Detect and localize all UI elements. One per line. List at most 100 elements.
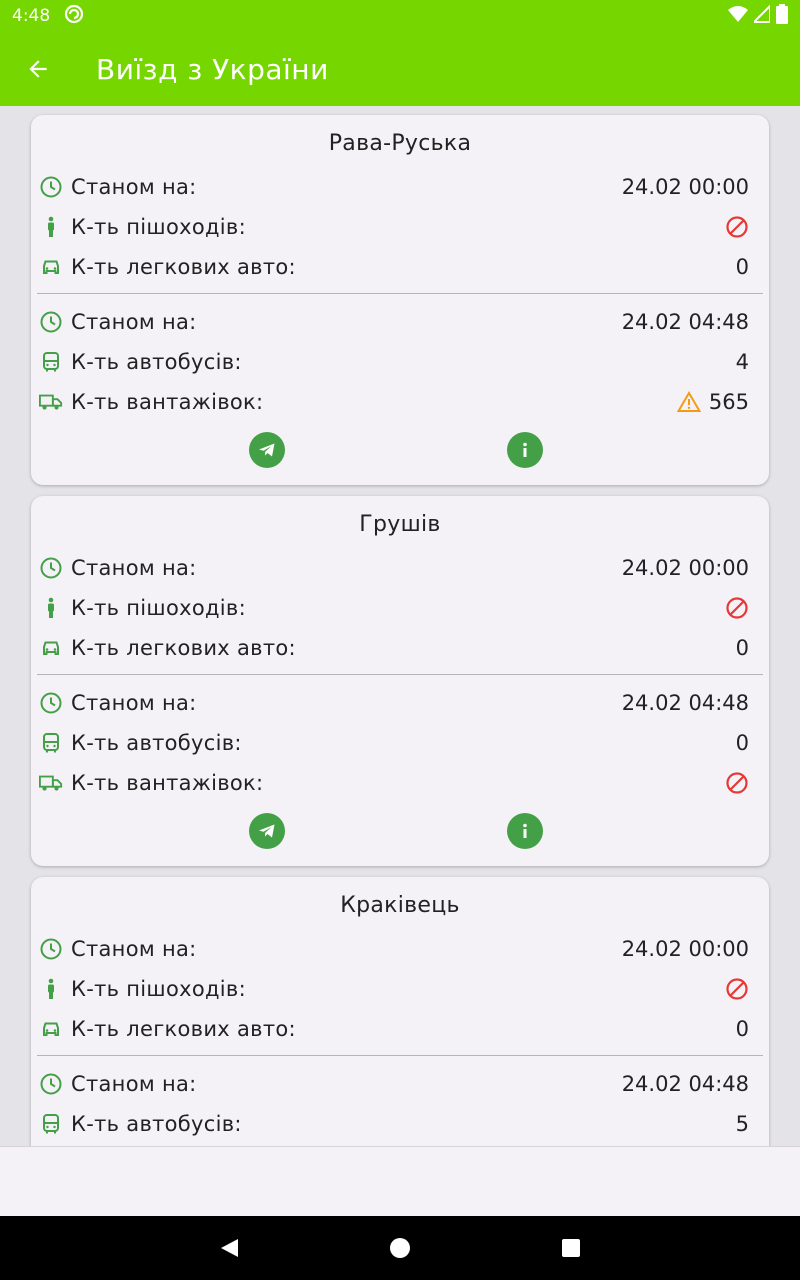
back-button[interactable] [0,32,76,106]
buses-label: К-ть автобусів: [71,1112,242,1136]
triangle-back-icon [221,1239,238,1257]
cars-value: 0 [735,255,749,279]
checkpoint-card: Краківець Станом на: 24.02 00:00 К-ть пі… [31,877,769,1146]
buses-value: 0 [735,731,749,755]
telegram-icon [259,824,275,838]
telegram-icon [259,443,275,457]
status-time: 4:48 [12,6,51,26]
trucks-label: К-ть вантажівок: [71,390,264,414]
as-of-row: Станом на: 24.02 00:00 [31,548,769,588]
as-of-row: Станом на: 24.02 04:48 [31,683,769,723]
forbidden-icon [726,597,748,619]
checkpoint-card: Рава-Руська Станом на: 24.02 00:00 К-ть … [31,115,769,485]
as-of-value: 24.02 00:00 [621,937,749,961]
trucks-count: 565 [708,390,749,414]
as-of-value: 24.02 04:48 [621,310,749,334]
buses-row: К-ть автобусів: 4 [31,342,769,382]
trucks-label: К-ть вантажівок: [71,771,264,795]
bus-icon [39,350,63,374]
arrow-left-icon [29,60,47,78]
pedestrians-row: К-ть пішоходів: [31,207,769,247]
app-bar: Виїзд з України [0,32,800,106]
nav-home-button[interactable] [388,1236,412,1260]
as-of-value: 24.02 00:00 [621,175,749,199]
as-of-row: Станом на: 24.02 00:00 [31,929,769,969]
cars-row: К-ть легкових авто: 0 [31,247,769,287]
forbidden-icon [726,216,748,238]
bus-icon [39,731,63,755]
clock-icon [39,937,63,961]
buses-row: К-ть автобусів: 0 [31,723,769,763]
trucks-value [725,771,749,795]
trucks-row: К-ть вантажівок: 565 [31,382,769,422]
forbidden-icon [726,772,748,794]
info-button[interactable] [507,432,543,468]
buses-label: К-ть автобусів: [71,731,242,755]
as-of-label: Станом на: [71,175,197,199]
clock-icon [39,310,63,334]
bus-icon [39,1112,63,1136]
cars-row: К-ть легкових авто: 0 [31,628,769,668]
person-icon [39,596,63,620]
pedestrians-value [725,215,749,239]
trucks-value: 565 [676,390,749,414]
nav-back-button[interactable] [217,1236,241,1260]
as-of-value: 24.02 04:48 [621,1072,749,1096]
pedestrians-row: К-ть пішоходів: [31,588,769,628]
person-icon [39,977,63,1001]
car-icon [39,255,63,279]
info-icon [523,823,527,838]
telegram-button[interactable] [249,432,285,468]
navigation-bar [0,1216,800,1280]
as-of-row: Станом на: 24.02 00:00 [31,167,769,207]
truck-icon [39,771,63,795]
person-icon [39,215,63,239]
pedestrians-label: К-ть пішоходів: [71,596,246,620]
car-icon [39,1017,63,1041]
cars-value: 0 [735,636,749,660]
buses-label: К-ть автобусів: [71,350,242,374]
circle-home-icon [390,1238,410,1258]
clock-icon [39,691,63,715]
nav-recents-button[interactable] [559,1236,583,1260]
page-title: Виїзд з України [96,52,329,86]
as-of-row: Станом на: 24.02 04:48 [31,302,769,342]
as-of-label: Станом на: [71,1072,197,1096]
bottom-strip [0,1146,800,1216]
forbidden-icon [726,978,748,1000]
pedestrians-value [725,977,749,1001]
clock-icon [39,1072,63,1096]
divider [37,1055,763,1056]
notification-icon [64,4,84,29]
square-recents-icon [562,1239,580,1257]
checkpoint-title: Грушів [359,512,441,537]
as-of-value: 24.02 00:00 [621,556,749,580]
telegram-button[interactable] [249,813,285,849]
cars-row: К-ть легкових авто: 0 [31,1009,769,1049]
divider [37,674,763,675]
buses-row: К-ть автобусів: 5 [31,1104,769,1144]
info-button[interactable] [507,813,543,849]
checkpoint-title: Краківець [340,893,460,918]
pedestrians-label: К-ть пішоходів: [71,215,246,239]
cars-label: К-ть легкових авто: [71,255,296,279]
pedestrians-value [725,596,749,620]
checkpoint-list[interactable]: Рава-Руська Станом на: 24.02 00:00 К-ть … [12,106,788,1146]
as-of-label: Станом на: [71,691,197,715]
car-icon [39,636,63,660]
cars-value: 0 [735,1017,749,1041]
checkpoint-card: Грушів Станом на: 24.02 00:00 К-ть пішох… [31,496,769,866]
as-of-value: 24.02 04:48 [621,691,749,715]
clock-icon [39,175,63,199]
checkpoint-title: Рава-Руська [328,131,472,156]
as-of-label: Станом на: [71,310,197,334]
trucks-row: К-ть вантажівок: [31,763,769,803]
warning-icon [676,391,701,412]
battery-icon [776,3,788,29]
buses-value: 4 [735,350,749,374]
status-bar: 4:48 [0,0,800,32]
as-of-label: Станом на: [71,937,197,961]
buses-value: 5 [735,1112,749,1136]
as-of-label: Станом на: [71,556,197,580]
cars-label: К-ть легкових авто: [71,1017,296,1041]
